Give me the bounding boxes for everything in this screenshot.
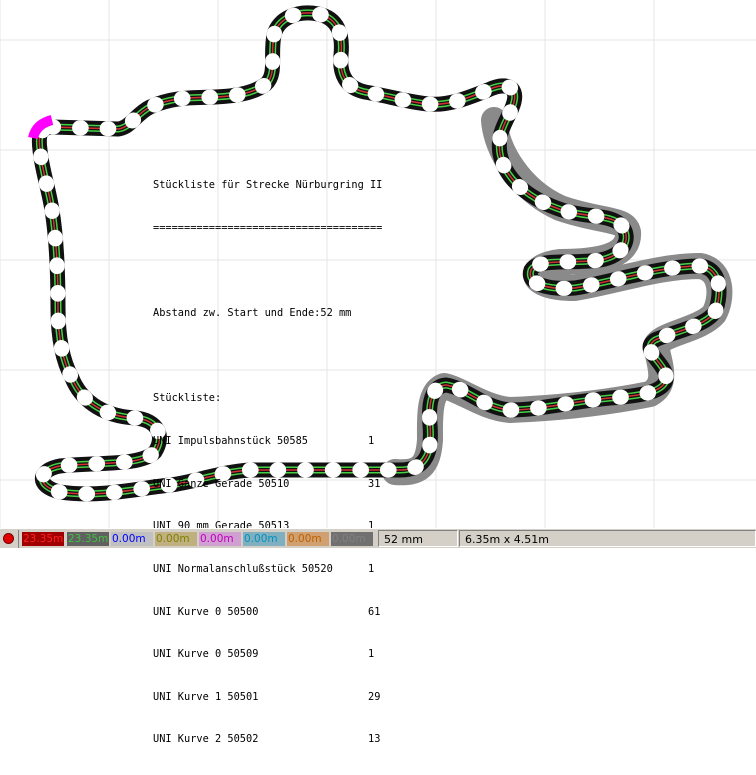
part-qty: 1	[368, 435, 375, 448]
part-row: UNI Ganze Gerade 50510 31	[153, 477, 382, 491]
track-canvas[interactable]: Stückliste für Strecke Nürburgring II ==…	[0, 0, 756, 745]
highlight-band	[382, 107, 733, 486]
lane-length-8: 0.00m	[331, 532, 373, 546]
part-qty: 1	[368, 562, 375, 575]
parts-list-heading: Stückliste:	[153, 392, 222, 405]
part-row: UNI Kurve 1 50501 29	[153, 690, 382, 704]
status-led-icon[interactable]	[3, 533, 14, 544]
part-row: UNI Normalanschlußstück 50520 1	[153, 562, 382, 576]
part-row: UNI Impulsbahnstück 50585 1	[153, 434, 382, 448]
part-qty: 29	[368, 690, 381, 703]
part-qty: 13	[368, 733, 381, 746]
gap-panel: 52 mm	[378, 530, 458, 547]
lane-length-1: 23.35m	[22, 532, 64, 546]
parts-list-title: Stückliste für Strecke Nürburgring II	[153, 179, 383, 192]
part-row: UNI Kurve 2 50502 13	[153, 732, 382, 746]
status-bar: 23.35m 23.35m 0.00m 0.00m 0.00m 0.00m 0.…	[0, 528, 756, 548]
divider	[18, 530, 19, 548]
parts-list: Stückliste für Strecke Nürburgring II ==…	[153, 150, 382, 775]
part-qty: 1	[368, 648, 375, 661]
part-qty: 31	[368, 477, 381, 490]
lane-length-3: 0.00m	[111, 532, 153, 546]
part-qty: 61	[368, 605, 381, 618]
lane-length-7: 0.00m	[287, 532, 329, 546]
parts-list-underline: =====================================	[153, 222, 383, 235]
lane-length-4: 0.00m	[155, 532, 197, 546]
part-name: UNI Normalanschlußstück 50520	[153, 562, 333, 575]
part-name: UNI Kurve 2 50502	[153, 733, 259, 746]
part-row: UNI Kurve 0 50509 1	[153, 647, 382, 661]
part-name: UNI Kurve 0 50509	[153, 648, 259, 661]
lane-length-5: 0.00m	[199, 532, 241, 546]
selection-highlight	[382, 107, 733, 486]
start-end-distance: Abstand zw. Start und Ende:52 mm	[153, 307, 352, 320]
part-name: UNI Kurve 0 50500	[153, 605, 259, 618]
part-row: UNI Kurve 0 50500 61	[153, 605, 382, 619]
part-name: UNI Kurve 1 50501	[153, 690, 259, 703]
part-name: UNI Impulsbahnstück 50585	[153, 435, 308, 448]
dimensions-panel: 6.35m x 4.51m	[459, 530, 756, 547]
part-name: UNI Ganze Gerade 50510	[153, 477, 290, 490]
lane-length-6: 0.00m	[243, 532, 285, 546]
lane-length-2: 23.35m	[67, 532, 109, 546]
